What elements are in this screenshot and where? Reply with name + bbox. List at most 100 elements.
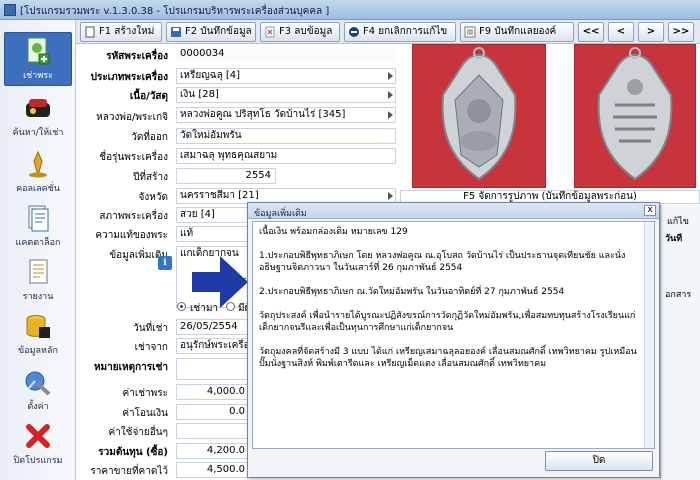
code-field: 0000034 [176,46,396,62]
sidebar-item-label: ปิดโปรแกรม [13,456,63,466]
amulet-front-image [441,47,517,181]
list-icon [464,26,476,38]
edit-label: แก้ไข [667,217,689,227]
name-label: ชื่อรุ่นพระเครื่อง [99,152,168,163]
title-bar: [โปรแกรมรวมพระ v.1.3.0.38 - โปรแกรมบริหา… [0,0,700,20]
price-label: ค่าเช่าพระ [122,388,168,399]
document-label: อกสาร [665,290,692,300]
rent-radio[interactable] [177,302,186,311]
dropdown-arrow-icon [388,111,393,119]
province-label: จังหวัด [138,192,168,203]
next-record-button[interactable]: > [638,22,664,42]
date-column-label: วันที [665,234,683,244]
save-set-button[interactable]: F9 บันทึกแลยองค์ [460,22,574,42]
material-select[interactable]: เงิน [28] [176,87,396,103]
monk-label: หลวงพ่อ/พระเกจิ [96,112,168,123]
temple-input[interactable]: วัดใหม่อัมพรัน [176,128,396,144]
dialog-text-area[interactable]: เนื้อเงิน พร้อมกล่องเดิม หมายเลข 129 1.ป… [252,221,655,449]
province-value: นครราชสีมา [21] [180,190,259,201]
sidebar-item-close-program[interactable]: ปิดโปรแกรม [4,418,72,472]
type-value: เหรียญฉลุ [4] [180,70,241,81]
master-data-icon [26,315,50,338]
monk-select[interactable]: หลวงพ่อคูณ ปริสุทโธ วัดบ้านไร่ [345] [176,107,396,123]
window-title: [โปรแกรมรวมพระ v.1.3.0.38 - โปรแกรมบริหา… [20,6,330,17]
toolbar: F1 สร้างใหม่ F2 บันทึกข้อมูล F3 ลบข้อมูล… [76,20,700,44]
collection-icon [29,150,47,178]
authentic-value: แท้ [180,228,194,239]
save-button[interactable]: F2 บันทึกข้อมูล [166,22,256,42]
total-label: รวมต้นทุน (ซื้อ) [98,447,168,458]
dialog-title: ข้อมูลเพิ่มเติม [254,209,307,219]
dialog-paragraph-5: วัตถุมงคลที่จัดสร้างมี 3 แบบ ได้แก่ เหรี… [259,347,637,369]
dialog-title-bar: ข้อมูลเพิ่มเติม x [248,203,659,219]
cancel-edit-button[interactable]: F4 ยกเลิกการแก้ไข [344,22,456,42]
dialog-scrollbar[interactable] [644,222,654,448]
rent-from-input[interactable]: อนุรักษ์พระเครื่อง [176,338,250,354]
last-record-button[interactable]: >> [668,22,694,42]
prev-record-button[interactable]: < [608,22,634,42]
remark-input[interactable] [176,358,250,380]
transfer-label: ค่าโอนเงิน [122,408,168,419]
sidebar-item-settings[interactable]: ตั้งค่า [4,364,72,418]
save-icon [171,27,181,37]
dialog-close-ok-button[interactable]: ปิด [545,451,653,471]
sidebar-item-report[interactable]: รายงาน [4,254,72,308]
info-icon[interactable]: i [158,256,172,270]
rent-date-input[interactable]: 26/05/2554 [176,319,250,335]
material-value: เงิน [28] [180,89,219,100]
other-expense-input[interactable] [176,423,250,439]
delete-icon [265,26,275,38]
material-label: เนื้อ/วัสดุ [129,91,168,102]
first-record-button[interactable]: << [578,22,604,42]
expected-price-input[interactable]: 4,500.0 [176,462,250,478]
amulet-back-photo[interactable] [574,44,696,188]
sidebar: เช่าพระ ค้นหา/ให้เช่า คอลเลคชั่น แคตตาล็… [0,20,76,480]
right-side-panel: แก้ไข วันที อกสาร [660,205,700,480]
amulet-front-photo[interactable] [412,44,546,188]
model-name-input[interactable]: เสมาฉลุ พุทธคุณสยาม [176,148,396,164]
report-icon [29,259,48,284]
year-label: ปีที่สร้าง [133,172,168,183]
rent-amulet-icon [27,37,50,65]
sidebar-item-master-data[interactable]: ข้อมูลหลัก [4,308,72,362]
photo-panel [400,44,700,190]
remark-label: หมายเหตุการเช่า [93,362,168,373]
dialog-paragraph-2: 1.ประกอบพิธีพุทธาภิเษก โดย หลวงพ่อคูณ ณ.… [259,251,626,273]
sidebar-item-label: เช่าพระ [23,71,53,81]
code-label: รหัสพระเครื่อง [106,51,168,62]
save-button-label: F2 บันทึกข้อมูล [185,26,252,37]
sidebar-item-label: คอลเลคชั่น [16,184,60,194]
dropdown-arrow-icon [388,72,393,80]
dialog-paragraph-3: 2.ประกอบพิธีพุทธาภิเษก ณ.วัดใหม่อัมพรัน … [259,287,565,297]
monk-value: หลวงพ่อคูณ ปริสุทโธ วัดบ้านไร่ [345] [180,109,346,120]
condition-label: สภาพพระเครื่อง [99,211,168,222]
type-select[interactable]: เหรียญฉลุ [4] [176,68,396,84]
new-file-icon [85,26,95,38]
sidebar-item-search-rent[interactable]: ค้นหา/ให้เช่า [4,90,72,144]
cancel-edit-button-label: F4 ยกเลิกการแก้ไข [363,26,448,37]
authentic-select[interactable]: แท้ [176,226,250,242]
sidebar-item-rent[interactable]: เช่าพระ [4,32,72,86]
sidebar-item-label: ตั้งค่า [27,402,49,412]
type-label: ประเภทพระเครื่อง [90,72,168,83]
transfer-input[interactable]: 0.0 [176,404,250,420]
dialog-close-button[interactable]: x [644,205,656,216]
sidebar-item-collection[interactable]: คอลเลคชั่น [4,146,72,200]
delete-button-label: F3 ลบข้อมูล [279,26,333,37]
sidebar-item-catalog[interactable]: แคตตาล็อก [4,200,72,254]
sidebar-item-label: รายงาน [22,292,54,302]
temple-label: วัดที่ออก [131,132,168,143]
search-rent-icon [26,99,50,117]
catalog-icon [28,205,49,232]
delete-button[interactable]: F3 ลบข้อมูล [260,22,340,42]
authentic-label: ความแท้ของพระ [95,230,168,241]
dropdown-arrow-icon [388,192,393,200]
sidebar-item-label: ข้อมูลหลัก [18,346,58,356]
dropdown-arrow-icon [388,91,393,99]
other-expense-label: ค่าใช้จ่ายอื่นๆ [108,427,168,438]
save-set-button-label: F9 บันทึกแลยองค์ [479,26,557,37]
rent-date-label: วันที่เช่า [133,323,168,334]
price-input[interactable]: 4,000.0 [176,384,250,400]
new-button[interactable]: F1 สร้างใหม่ [80,22,162,42]
year-input[interactable]: 2554 [176,168,276,184]
